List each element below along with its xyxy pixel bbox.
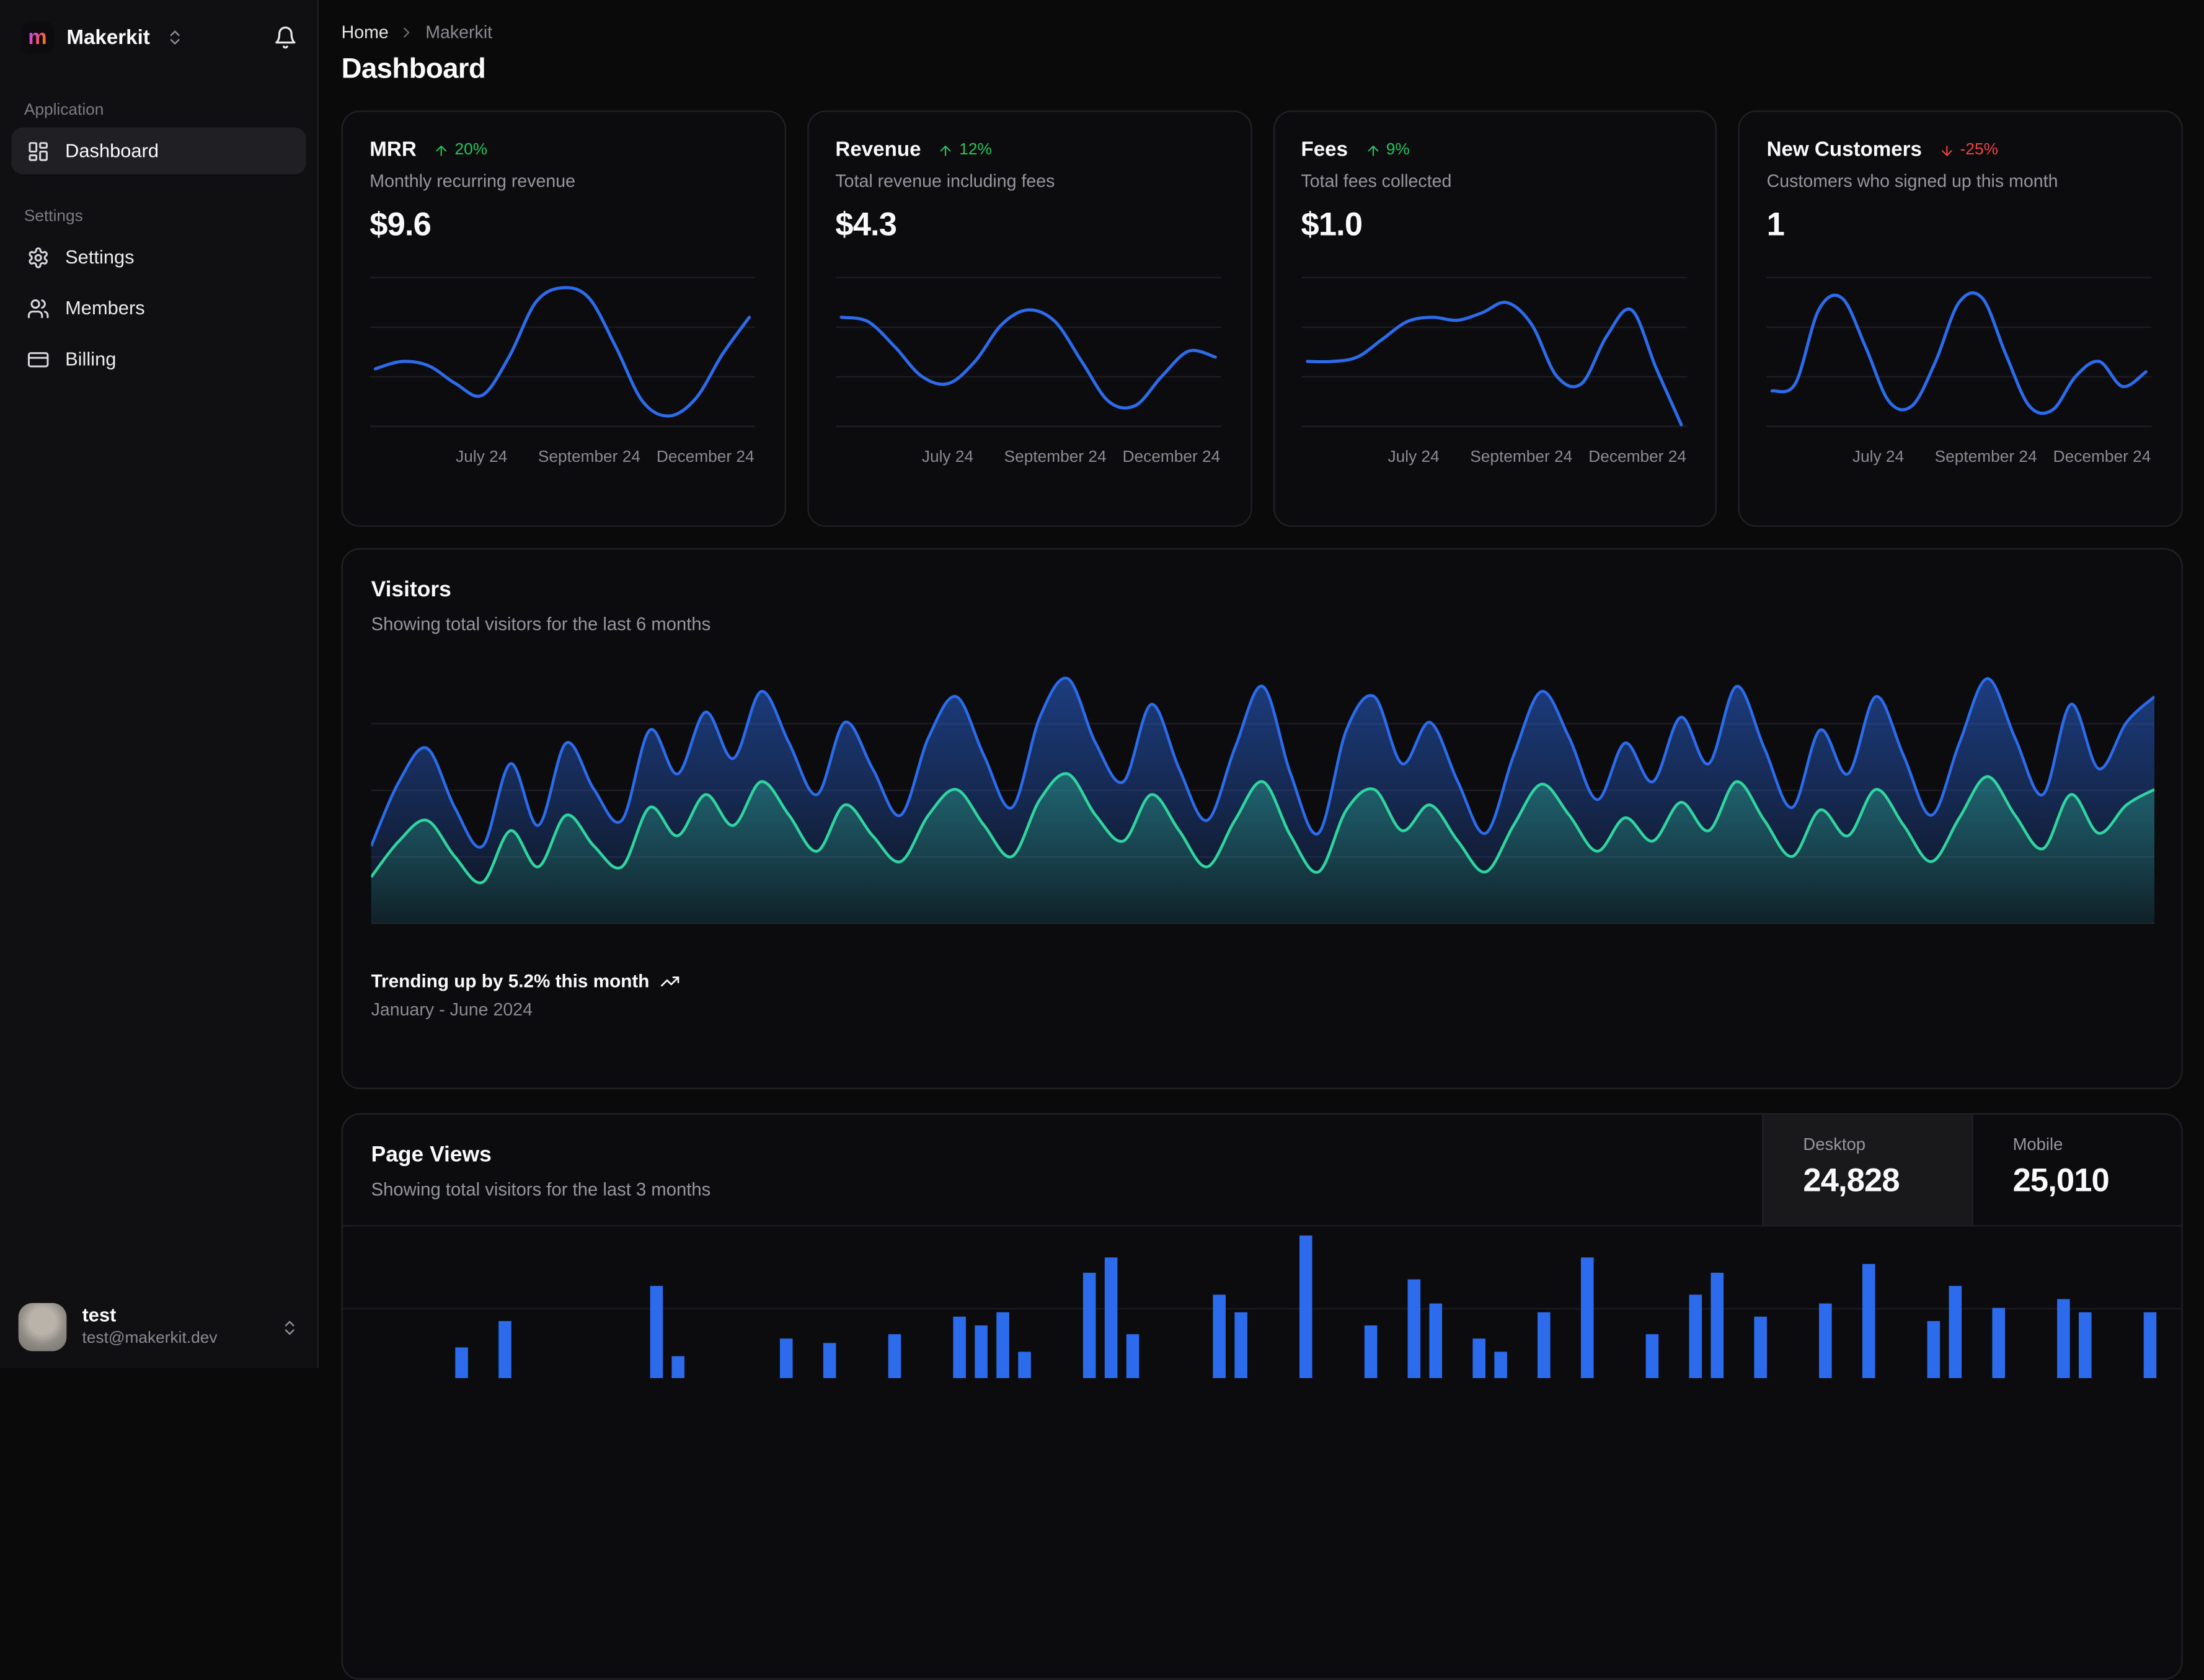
mobile-label: Mobile <box>2012 1134 2063 1155</box>
breadcrumb-current[interactable]: Makerkit <box>425 23 492 43</box>
stat-value: $4.3 <box>835 205 897 242</box>
sidebar-item-label: Settings <box>65 246 135 268</box>
svg-text:July 24: July 24 <box>921 447 973 466</box>
sidebar-nav-application: Dashboard <box>0 119 317 175</box>
page-views-title: Page Views <box>371 1143 492 1167</box>
sidebar-item-settings[interactable]: Settings <box>11 234 306 280</box>
workspace-selector[interactable]: m Makerkit <box>0 0 317 68</box>
trend-badge: 20% <box>433 141 487 159</box>
user-menu[interactable]: test test@makerkit.dev <box>0 1286 317 1369</box>
desktop-label: Desktop <box>1803 1134 1866 1155</box>
stat-value: 1 <box>1766 205 1785 242</box>
visitors-card: Visitors Showing total visitors for the … <box>341 548 2183 1089</box>
users-icon <box>27 298 49 318</box>
svg-text:September 24: September 24 <box>538 447 640 466</box>
mrr-sparkline-chart: July 24 September 24 December 24 <box>370 276 755 466</box>
breadcrumb: Home Makerkit <box>342 0 2183 43</box>
visitors-footer-sub: January - June 2024 <box>371 1000 533 1020</box>
sidebar-section-settings: Settings <box>24 208 83 226</box>
toggle-mobile[interactable]: Mobile 25,010 <box>1972 1115 2181 1226</box>
revenue-sparkline-chart: July 24 September 24 December 24 <box>835 276 1221 466</box>
sidebar-item-label: Billing <box>65 348 117 370</box>
user-name: test <box>82 1304 117 1326</box>
visitors-title: Visitors <box>371 578 451 603</box>
sidebar-item-label: Members <box>65 297 145 319</box>
stat-subtitle: Monthly recurring revenue <box>370 171 576 192</box>
trend-badge: 9% <box>1365 141 1410 159</box>
arrow-down-icon <box>1941 144 1952 156</box>
svg-text:December 24: December 24 <box>657 447 755 466</box>
svg-text:July 24: July 24 <box>1852 447 1904 466</box>
stat-title: Fees <box>1301 138 1348 162</box>
desktop-value: 24,828 <box>1803 1161 1900 1198</box>
visitors-area-chart <box>370 676 2156 924</box>
app-root: m Makerkit Application Dashboard Setting… <box>0 0 2204 1680</box>
svg-text:September 24: September 24 <box>1469 447 1572 466</box>
visitors-subtitle: Showing total visitors for the last 6 mo… <box>371 613 711 635</box>
page-views-bar-chart <box>342 1235 2182 1379</box>
arrow-up-icon <box>1367 144 1378 156</box>
new-customers-sparkline-chart: July 24 September 24 December 24 <box>1766 276 2153 466</box>
stat-card-fees: Fees 9% Total fees collected $1.0 July 2… <box>1272 110 1717 527</box>
stat-subtitle: Total revenue including fees <box>835 171 1055 192</box>
arrow-up-icon <box>940 144 951 156</box>
stat-value: $9.6 <box>370 205 432 242</box>
trend-badge: 12% <box>938 141 992 159</box>
makerkit-logo-icon: m <box>21 21 54 54</box>
mobile-value: 25,010 <box>2012 1161 2110 1198</box>
gear-icon <box>29 246 48 268</box>
sidebar-nav-settings: Settings Members Billing <box>0 225 317 382</box>
arrow-up-icon <box>436 144 447 156</box>
stat-card-new-customers: New Customers -25% Customers who signed … <box>1738 110 2183 527</box>
credit-card-icon <box>27 351 49 367</box>
user-email: test@makerkit.dev <box>82 1330 218 1347</box>
sidebar-item-members[interactable]: Members <box>11 285 306 331</box>
stat-card-revenue: Revenue 12% Total revenue including fees… <box>807 110 1252 527</box>
stat-title: MRR <box>370 138 417 162</box>
trend-badge: -25% <box>1939 141 1998 159</box>
sidebar-item-billing[interactable]: Billing <box>11 335 306 382</box>
svg-text:September 24: September 24 <box>1004 447 1106 466</box>
dashboard-icon <box>29 141 48 161</box>
sidebar: m Makerkit Application Dashboard Setting… <box>0 0 319 1369</box>
toggle-desktop[interactable]: Desktop 24,828 <box>1762 1115 1972 1226</box>
chevrons-up-down-icon <box>285 1320 294 1334</box>
breadcrumb-home[interactable]: Home <box>342 23 389 43</box>
user-avatar <box>18 1302 67 1351</box>
main-content: Home Makerkit Dashboard MRR 20% Monthly … <box>320 0 2204 1680</box>
stat-value: $1.0 <box>1301 205 1363 242</box>
bell-icon[interactable] <box>273 25 298 50</box>
svg-text:December 24: December 24 <box>2053 447 2151 466</box>
svg-text:July 24: July 24 <box>1387 447 1438 466</box>
stat-card-mrr: MRR 20% Monthly recurring revenue $9.6 J… <box>341 110 786 527</box>
stat-title: Revenue <box>835 138 921 162</box>
svg-text:December 24: December 24 <box>1588 447 1686 466</box>
page-views-subtitle: Showing total visitors for the last 3 mo… <box>371 1178 711 1200</box>
page-views-card: Page Views Showing total visitors for th… <box>341 1113 2183 1680</box>
svg-text:September 24: September 24 <box>1935 447 2037 466</box>
page-title: Dashboard <box>341 53 486 86</box>
stat-subtitle: Customers who signed up this month <box>1766 171 2058 192</box>
stat-subtitle: Total fees collected <box>1301 171 1452 192</box>
chevron-right-icon <box>404 27 410 38</box>
sidebar-item-label: Dashboard <box>65 140 159 162</box>
sidebar-section-application: Application <box>24 102 104 119</box>
page-views-header: Page Views Showing total visitors for th… <box>342 1115 2182 1227</box>
svg-text:December 24: December 24 <box>1122 447 1220 466</box>
stat-title: New Customers <box>1766 138 1922 162</box>
sidebar-item-dashboard[interactable]: Dashboard <box>11 127 306 175</box>
fees-sparkline-chart: July 24 September 24 December 24 <box>1301 276 1686 466</box>
workspace-name: Makerkit <box>66 26 150 49</box>
svg-text:July 24: July 24 <box>456 447 507 466</box>
visitors-footer-main: Trending up by 5.2% this month <box>371 970 2153 991</box>
trending-up-icon <box>662 976 680 986</box>
stat-cards-row: MRR 20% Monthly recurring revenue $9.6 J… <box>341 110 2183 527</box>
user-info: test test@makerkit.dev <box>82 1304 218 1350</box>
page-views-toggle: Desktop 24,828 Mobile 25,010 <box>1762 1115 2181 1226</box>
chevrons-up-down-icon <box>170 30 180 45</box>
